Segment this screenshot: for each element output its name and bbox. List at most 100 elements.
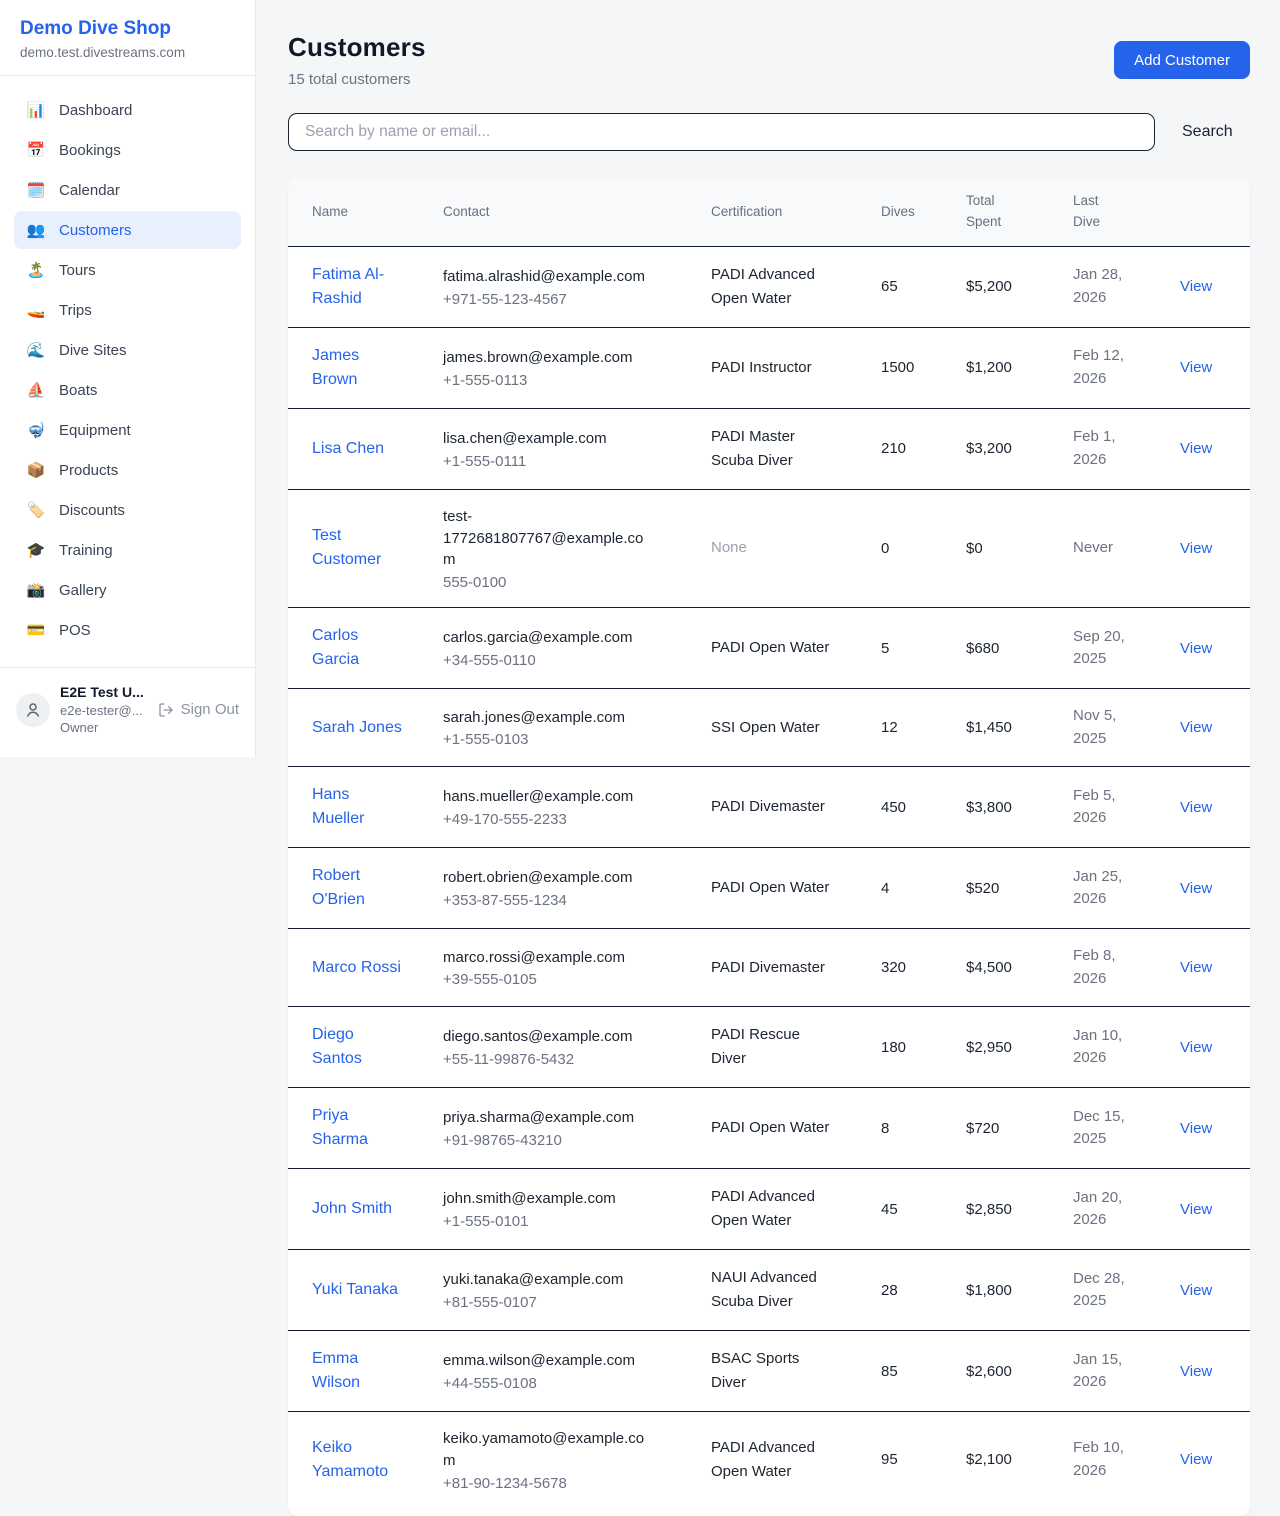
- column-header-certification: Certification: [701, 178, 871, 246]
- user-block: E2E Test U... e2e-tester@... Owner Sign …: [0, 667, 255, 757]
- customer-certification: PADI Advanced Open Water: [711, 1185, 835, 1233]
- logout-icon: [158, 702, 174, 718]
- table-row: Carlos Garcia carlos.garcia@example.com …: [288, 608, 1250, 689]
- view-customer-link[interactable]: View: [1180, 1039, 1212, 1056]
- customer-dives: 5: [871, 608, 956, 689]
- customer-phone: +81-90-1234-5678: [443, 1475, 691, 1492]
- page-header: Customers 15 total customers Add Custome…: [288, 0, 1250, 88]
- sidebar-item-calendar[interactable]: 🗓️ Calendar: [14, 171, 241, 209]
- customer-email: keiko.yamamoto@example.com: [443, 1428, 653, 1472]
- customer-name-link[interactable]: Robert O'Brien: [312, 864, 404, 912]
- sidebar-item-pos[interactable]: 💳 POS: [14, 611, 241, 649]
- customer-name-link[interactable]: Hans Mueller: [312, 783, 404, 831]
- customer-last-dive: Jan 25, 2026: [1073, 866, 1137, 911]
- view-customer-link[interactable]: View: [1180, 799, 1212, 816]
- customer-last-dive: Feb 1, 2026: [1073, 426, 1137, 471]
- view-customer-link[interactable]: View: [1180, 1451, 1212, 1468]
- spiral-calendar-icon: 🗓️: [26, 181, 46, 199]
- view-customer-link[interactable]: View: [1180, 359, 1212, 376]
- customer-name-link[interactable]: Sarah Jones: [312, 716, 402, 740]
- customer-certification: PADI Open Water: [711, 1116, 835, 1140]
- view-customer-link[interactable]: View: [1180, 1363, 1212, 1380]
- customer-email: test-1772681807767@example.com: [443, 506, 653, 571]
- view-customer-link[interactable]: View: [1180, 959, 1212, 976]
- customer-total-spent: $0: [956, 489, 1063, 607]
- customer-last-dive: Feb 10, 2026: [1073, 1437, 1137, 1482]
- customer-dives: 85: [871, 1331, 956, 1412]
- customer-name-link[interactable]: Emma Wilson: [312, 1347, 404, 1395]
- customer-name-link[interactable]: John Smith: [312, 1197, 392, 1221]
- customer-name-link[interactable]: Test Customer: [312, 524, 404, 572]
- customer-total-spent: $4,500: [956, 929, 1063, 1007]
- customer-total-spent: $1,800: [956, 1250, 1063, 1331]
- sidebar-item-equipment[interactable]: 🤿 Equipment: [14, 411, 241, 449]
- customer-total-spent: $5,200: [956, 246, 1063, 327]
- customer-dives: 4: [871, 848, 956, 929]
- speedboat-icon: 🚤: [26, 301, 46, 319]
- customer-name-link[interactable]: Marco Rossi: [312, 956, 401, 980]
- customer-phone: +353-87-555-1234: [443, 892, 691, 909]
- customer-last-dive: Jan 10, 2026: [1073, 1025, 1137, 1070]
- sidebar-item-trips[interactable]: 🚤 Trips: [14, 291, 241, 329]
- customer-name-link[interactable]: Diego Santos: [312, 1023, 404, 1071]
- search-button[interactable]: Search: [1182, 123, 1233, 141]
- table-row: Yuki Tanaka yuki.tanaka@example.com +81-…: [288, 1250, 1250, 1331]
- label-icon: 🏷️: [26, 501, 46, 519]
- customer-name-link[interactable]: Carlos Garcia: [312, 624, 404, 672]
- sidebar-item-tours[interactable]: 🏝️ Tours: [14, 251, 241, 289]
- brand-domain: demo.test.divestreams.com: [20, 45, 235, 60]
- view-customer-link[interactable]: View: [1180, 719, 1212, 736]
- customer-last-dive: Never: [1073, 537, 1137, 560]
- view-customer-link[interactable]: View: [1180, 278, 1212, 295]
- bar-chart-icon: 📊: [26, 101, 46, 119]
- sidebar-item-gallery[interactable]: 📸 Gallery: [14, 571, 241, 609]
- sidebar-nav: 📊 Dashboard 📅 Bookings 🗓️ Calendar 👥 Cus…: [0, 76, 255, 661]
- customer-name-link[interactable]: Yuki Tanaka: [312, 1278, 398, 1302]
- customer-phone: +1-555-0111: [443, 453, 691, 470]
- customer-phone: +1-555-0103: [443, 731, 691, 748]
- customer-certification: PADI Rescue Diver: [711, 1023, 835, 1071]
- sidebar-item-discounts[interactable]: 🏷️ Discounts: [14, 491, 241, 529]
- view-customer-link[interactable]: View: [1180, 880, 1212, 897]
- user-email: e2e-tester@...: [60, 702, 144, 720]
- customer-name-link[interactable]: Keiko Yamamoto: [312, 1436, 404, 1484]
- customer-total-spent: $3,800: [956, 767, 1063, 848]
- customers-table: Name Contact Certification Dives Total S…: [288, 178, 1250, 1508]
- customers-table-card: Name Contact Certification Dives Total S…: [288, 178, 1250, 1516]
- calendar-icon: 📅: [26, 141, 46, 159]
- view-customer-link[interactable]: View: [1180, 1201, 1212, 1218]
- add-customer-button[interactable]: Add Customer: [1114, 41, 1250, 79]
- sidebar-item-training[interactable]: 🎓 Training: [14, 531, 241, 569]
- view-customer-link[interactable]: View: [1180, 640, 1212, 657]
- search-bar: Search: [288, 113, 1250, 151]
- table-row: Test Customer test-1772681807767@example…: [288, 489, 1250, 607]
- view-customer-link[interactable]: View: [1180, 1282, 1212, 1299]
- sidebar-item-bookings[interactable]: 📅 Bookings: [14, 131, 241, 169]
- user-role: Owner: [60, 719, 144, 737]
- customer-email: robert.obrien@example.com: [443, 867, 653, 889]
- sign-out-button[interactable]: Sign Out: [158, 701, 239, 718]
- sidebar-item-customers[interactable]: 👥 Customers: [14, 211, 241, 249]
- customer-certification: BSAC Sports Diver: [711, 1347, 835, 1395]
- customer-certification: NAUI Advanced Scuba Diver: [711, 1266, 835, 1314]
- sidebar-item-products[interactable]: 📦 Products: [14, 451, 241, 489]
- sidebar-item-dashboard[interactable]: 📊 Dashboard: [14, 91, 241, 129]
- customer-email: marco.rossi@example.com: [443, 947, 653, 969]
- table-row: James Brown james.brown@example.com +1-5…: [288, 327, 1250, 408]
- customer-name-link[interactable]: Priya Sharma: [312, 1104, 404, 1152]
- sign-out-label: Sign Out: [181, 701, 239, 718]
- view-customer-link[interactable]: View: [1180, 1120, 1212, 1137]
- sidebar-item-dive-sites[interactable]: 🌊 Dive Sites: [14, 331, 241, 369]
- customer-last-dive: Jan 15, 2026: [1073, 1349, 1137, 1394]
- table-row: Keiko Yamamoto keiko.yamamoto@example.co…: [288, 1412, 1250, 1508]
- sidebar-item-boats[interactable]: ⛵ Boats: [14, 371, 241, 409]
- customer-total-spent: $2,850: [956, 1169, 1063, 1250]
- customer-name-link[interactable]: Lisa Chen: [312, 437, 384, 461]
- view-customer-link[interactable]: View: [1180, 540, 1212, 557]
- customer-name-link[interactable]: Fatima Al-Rashid: [312, 263, 404, 311]
- table-row: Diego Santos diego.santos@example.com +5…: [288, 1007, 1250, 1088]
- view-customer-link[interactable]: View: [1180, 440, 1212, 457]
- search-input[interactable]: [288, 113, 1155, 151]
- customer-name-link[interactable]: James Brown: [312, 344, 404, 392]
- table-row: John Smith john.smith@example.com +1-555…: [288, 1169, 1250, 1250]
